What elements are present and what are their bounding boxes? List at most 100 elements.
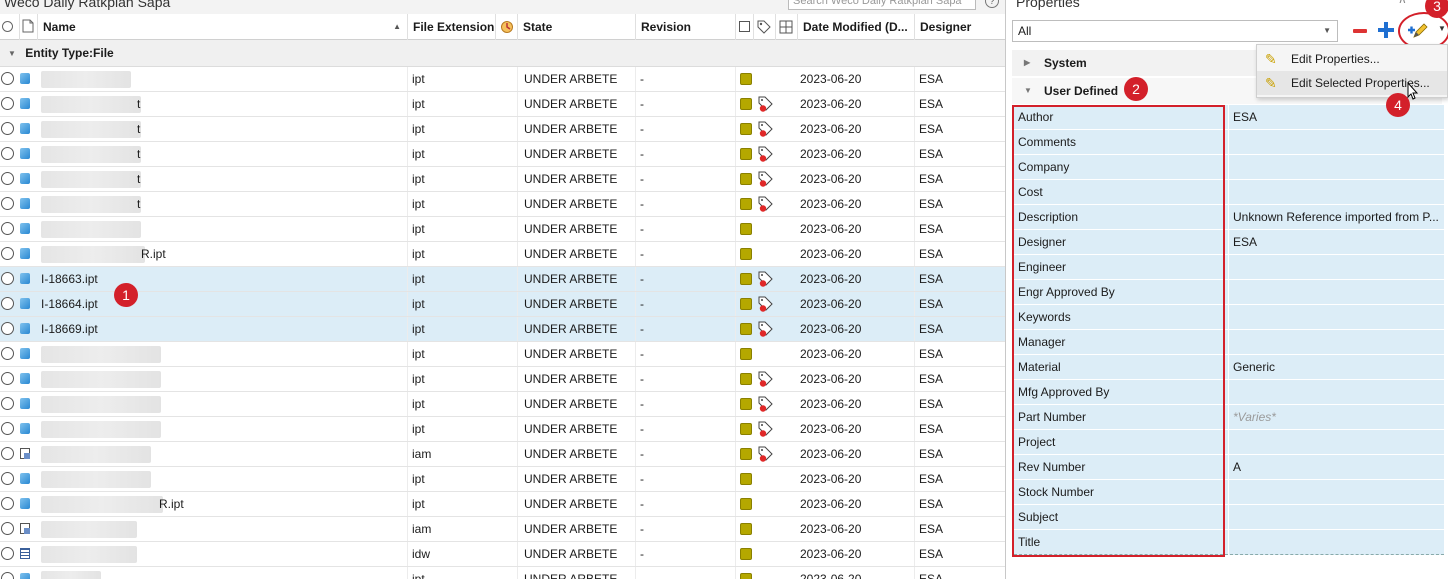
property-row[interactable]: Project — [1014, 430, 1444, 455]
property-row[interactable]: Company — [1014, 155, 1444, 180]
table-row[interactable]: R.ipt ipt UNDER ARBETE - 2023-06-20 ESA — [0, 492, 1005, 517]
table-row[interactable]: I-18669.ipt ipt UNDER ARBETE - 2023-06-20 ESA — [0, 317, 1005, 342]
column-header-revision[interactable]: Revision — [636, 14, 736, 40]
collapse-arrow-icon[interactable]: ▼ — [8, 40, 16, 67]
property-value[interactable] — [1233, 330, 1443, 355]
column-header-file-extension[interactable]: File Extension — [408, 14, 496, 40]
group-row-entity-type[interactable]: ▼ Entity Type:File — [0, 40, 1005, 67]
cell-name[interactable]: t — [38, 167, 408, 191]
property-value[interactable] — [1233, 280, 1443, 305]
property-row[interactable]: Manager — [1014, 330, 1444, 355]
property-row[interactable]: Engr Approved By — [1014, 280, 1444, 305]
row-radio-button[interactable] — [1, 122, 14, 135]
table-row[interactable]: t ipt UNDER ARBETE - 2023-06-20 ESA — [0, 192, 1005, 217]
property-value[interactable] — [1233, 155, 1443, 180]
property-row[interactable]: Mfg Approved By — [1014, 380, 1444, 405]
table-row[interactable]: ipt UNDER ARBETE - 2023-06-20 ESA — [0, 392, 1005, 417]
row-radio-button[interactable] — [1, 447, 14, 460]
row-radio-button[interactable] — [1, 72, 14, 85]
property-value[interactable] — [1233, 380, 1443, 405]
table-row[interactable]: ipt UNDER ARBETE - 2023-06-20 ESA — [0, 367, 1005, 392]
cell-name[interactable] — [38, 467, 408, 491]
cell-name[interactable]: t — [38, 192, 408, 216]
property-value[interactable] — [1233, 255, 1443, 280]
row-radio-button[interactable] — [1, 247, 14, 260]
property-row[interactable]: Description Unknown Reference imported fr… — [1014, 205, 1444, 230]
pin-icon[interactable]: ⊼ — [1398, 0, 1407, 6]
tag-column-header[interactable] — [754, 14, 776, 40]
table-row[interactable]: idw UNDER ARBETE - 2023-06-20 ESA — [0, 542, 1005, 567]
cell-name[interactable]: I-18669.ipt — [38, 317, 408, 341]
property-row[interactable]: Title — [1014, 530, 1444, 555]
row-radio-button[interactable] — [1, 322, 14, 335]
table-row[interactable]: t ipt UNDER ARBETE - 2023-06-20 ESA — [0, 142, 1005, 167]
property-filter-dropdown[interactable]: All ▼ — [1012, 20, 1338, 42]
row-radio-button[interactable] — [1, 497, 14, 510]
cell-name[interactable] — [38, 217, 408, 241]
grid-view-column-header[interactable] — [776, 14, 798, 40]
property-value[interactable]: Unknown Reference imported from P... — [1233, 205, 1443, 230]
column-header-state[interactable]: State — [518, 14, 636, 40]
row-radio-button[interactable] — [1, 272, 14, 285]
cell-name[interactable]: I-18663.ipt — [38, 267, 408, 291]
row-radio-button[interactable] — [1, 572, 14, 579]
property-row[interactable]: Rev Number A — [1014, 455, 1444, 480]
property-row[interactable]: Stock Number — [1014, 480, 1444, 505]
property-row[interactable]: Cost — [1014, 180, 1444, 205]
cell-name[interactable] — [38, 542, 408, 566]
help-icon[interactable]: ? — [985, 0, 999, 8]
property-value[interactable]: Generic — [1233, 355, 1443, 380]
row-radio-button[interactable] — [1, 197, 14, 210]
row-radio-button[interactable] — [1, 547, 14, 560]
property-row[interactable]: Engineer — [1014, 255, 1444, 280]
table-row[interactable]: t ipt UNDER ARBETE - 2023-06-20 ESA — [0, 92, 1005, 117]
property-row[interactable]: Material Generic — [1014, 355, 1444, 380]
cell-name[interactable] — [38, 417, 408, 441]
table-row[interactable]: ipt UNDER ARBETE - 2023-06-20 ESA — [0, 67, 1005, 92]
property-value[interactable] — [1233, 530, 1443, 555]
row-radio-button[interactable] — [1, 472, 14, 485]
row-radio-button[interactable] — [1, 347, 14, 360]
search-input[interactable]: Search Weco Daily Ratkplan Sapa — [788, 0, 976, 10]
row-radio-button[interactable] — [1, 97, 14, 110]
column-header-date-modified[interactable]: Date Modified (D... — [798, 14, 915, 40]
table-row[interactable]: iam UNDER ARBETE - 2023-06-20 ESA — [0, 517, 1005, 542]
table-row[interactable]: t ipt UNDER ARBETE - 2023-06-20 ESA — [0, 117, 1005, 142]
table-row[interactable]: ipt UNDER ARBETE - 2023-06-20 ESA — [0, 467, 1005, 492]
cell-name[interactable]: t — [38, 92, 408, 116]
property-row[interactable]: Keywords — [1014, 305, 1444, 330]
state-icon-column-header[interactable] — [496, 14, 518, 40]
property-value[interactable] — [1233, 180, 1443, 205]
property-value[interactable]: *Varies* — [1233, 405, 1443, 430]
table-row[interactable]: iam UNDER ARBETE - 2023-06-20 ESA — [0, 442, 1005, 467]
property-value[interactable]: A — [1233, 455, 1443, 480]
remove-property-button[interactable] — [1352, 25, 1368, 37]
property-value[interactable] — [1233, 480, 1443, 505]
table-row[interactable]: ipt UNDER ARBETE - 2023-06-20 ESA — [0, 217, 1005, 242]
cell-name[interactable]: t — [38, 142, 408, 166]
add-property-button[interactable] — [1378, 22, 1394, 38]
row-radio-button[interactable] — [1, 397, 14, 410]
property-row[interactable]: Author ESA — [1014, 105, 1444, 130]
table-row[interactable]: I-18664.ipt ipt UNDER ARBETE - 2023-06-20 ESA — [0, 292, 1005, 317]
row-radio-button[interactable] — [1, 422, 14, 435]
property-value[interactable]: ESA — [1233, 230, 1443, 255]
property-value[interactable] — [1233, 130, 1443, 155]
table-row[interactable]: R.ipt ipt UNDER ARBETE - 2023-06-20 ESA — [0, 242, 1005, 267]
property-value[interactable] — [1233, 430, 1443, 455]
cell-name[interactable]: R.ipt — [38, 242, 408, 266]
cell-name[interactable] — [38, 342, 408, 366]
cell-name[interactable]: t — [38, 117, 408, 141]
property-row[interactable]: Comments — [1014, 130, 1444, 155]
property-value[interactable] — [1233, 505, 1443, 530]
cell-name[interactable] — [38, 567, 408, 579]
checkout-column-header[interactable] — [736, 14, 754, 40]
row-radio-button[interactable] — [1, 172, 14, 185]
row-radio-button[interactable] — [1, 222, 14, 235]
row-radio-button[interactable] — [1, 372, 14, 385]
cell-name[interactable]: R.ipt — [38, 492, 408, 516]
menu-item-edit-properties[interactable]: ✎ Edit Properties... — [1257, 47, 1447, 71]
column-header-designer[interactable]: Designer — [915, 14, 1005, 40]
radio-column-header[interactable] — [0, 14, 20, 40]
property-row[interactable]: Part Number *Varies* — [1014, 405, 1444, 430]
